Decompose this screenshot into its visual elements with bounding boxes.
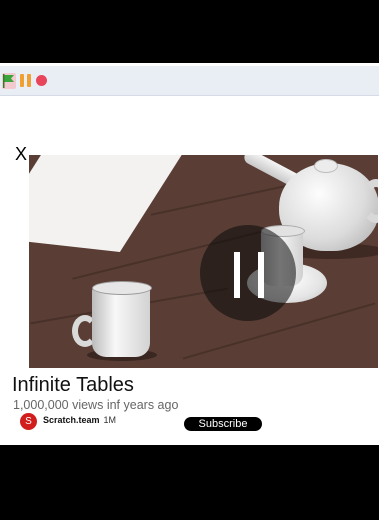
paper-sheet bbox=[29, 155, 190, 253]
pause-icon-bar bbox=[234, 252, 240, 298]
channel-info[interactable]: Scratch.team 1M bbox=[43, 415, 116, 425]
bottom-letterbox bbox=[0, 445, 379, 520]
green-flag-button[interactable] bbox=[2, 73, 16, 89]
controls-bar bbox=[0, 66, 379, 96]
pause-icon-bar bbox=[20, 74, 24, 87]
mug bbox=[92, 281, 152, 357]
pause-icon-bar bbox=[27, 74, 31, 87]
video-title: Infinite Tables bbox=[12, 374, 134, 396]
upload-age: inf years ago bbox=[106, 398, 179, 412]
stop-button[interactable] bbox=[36, 75, 47, 86]
wood-grain bbox=[182, 302, 376, 360]
channel-avatar[interactable]: S bbox=[20, 413, 37, 430]
pause-overlay-button[interactable] bbox=[200, 225, 296, 321]
video-player[interactable] bbox=[29, 155, 378, 368]
pause-button[interactable] bbox=[20, 74, 32, 87]
top-letterbox bbox=[0, 0, 379, 63]
green-flag-icon bbox=[3, 74, 14, 88]
video-meta: 1,000,000 views inf years ago bbox=[13, 398, 178, 412]
view-count: 1,000,000 views bbox=[13, 398, 104, 412]
pause-icon-bar bbox=[258, 252, 264, 298]
subscribe-button[interactable]: Subscribe bbox=[184, 417, 262, 431]
channel-name: Scratch.team bbox=[43, 415, 100, 425]
subscriber-count: 1M bbox=[103, 415, 117, 425]
teapot-lid bbox=[314, 159, 338, 173]
